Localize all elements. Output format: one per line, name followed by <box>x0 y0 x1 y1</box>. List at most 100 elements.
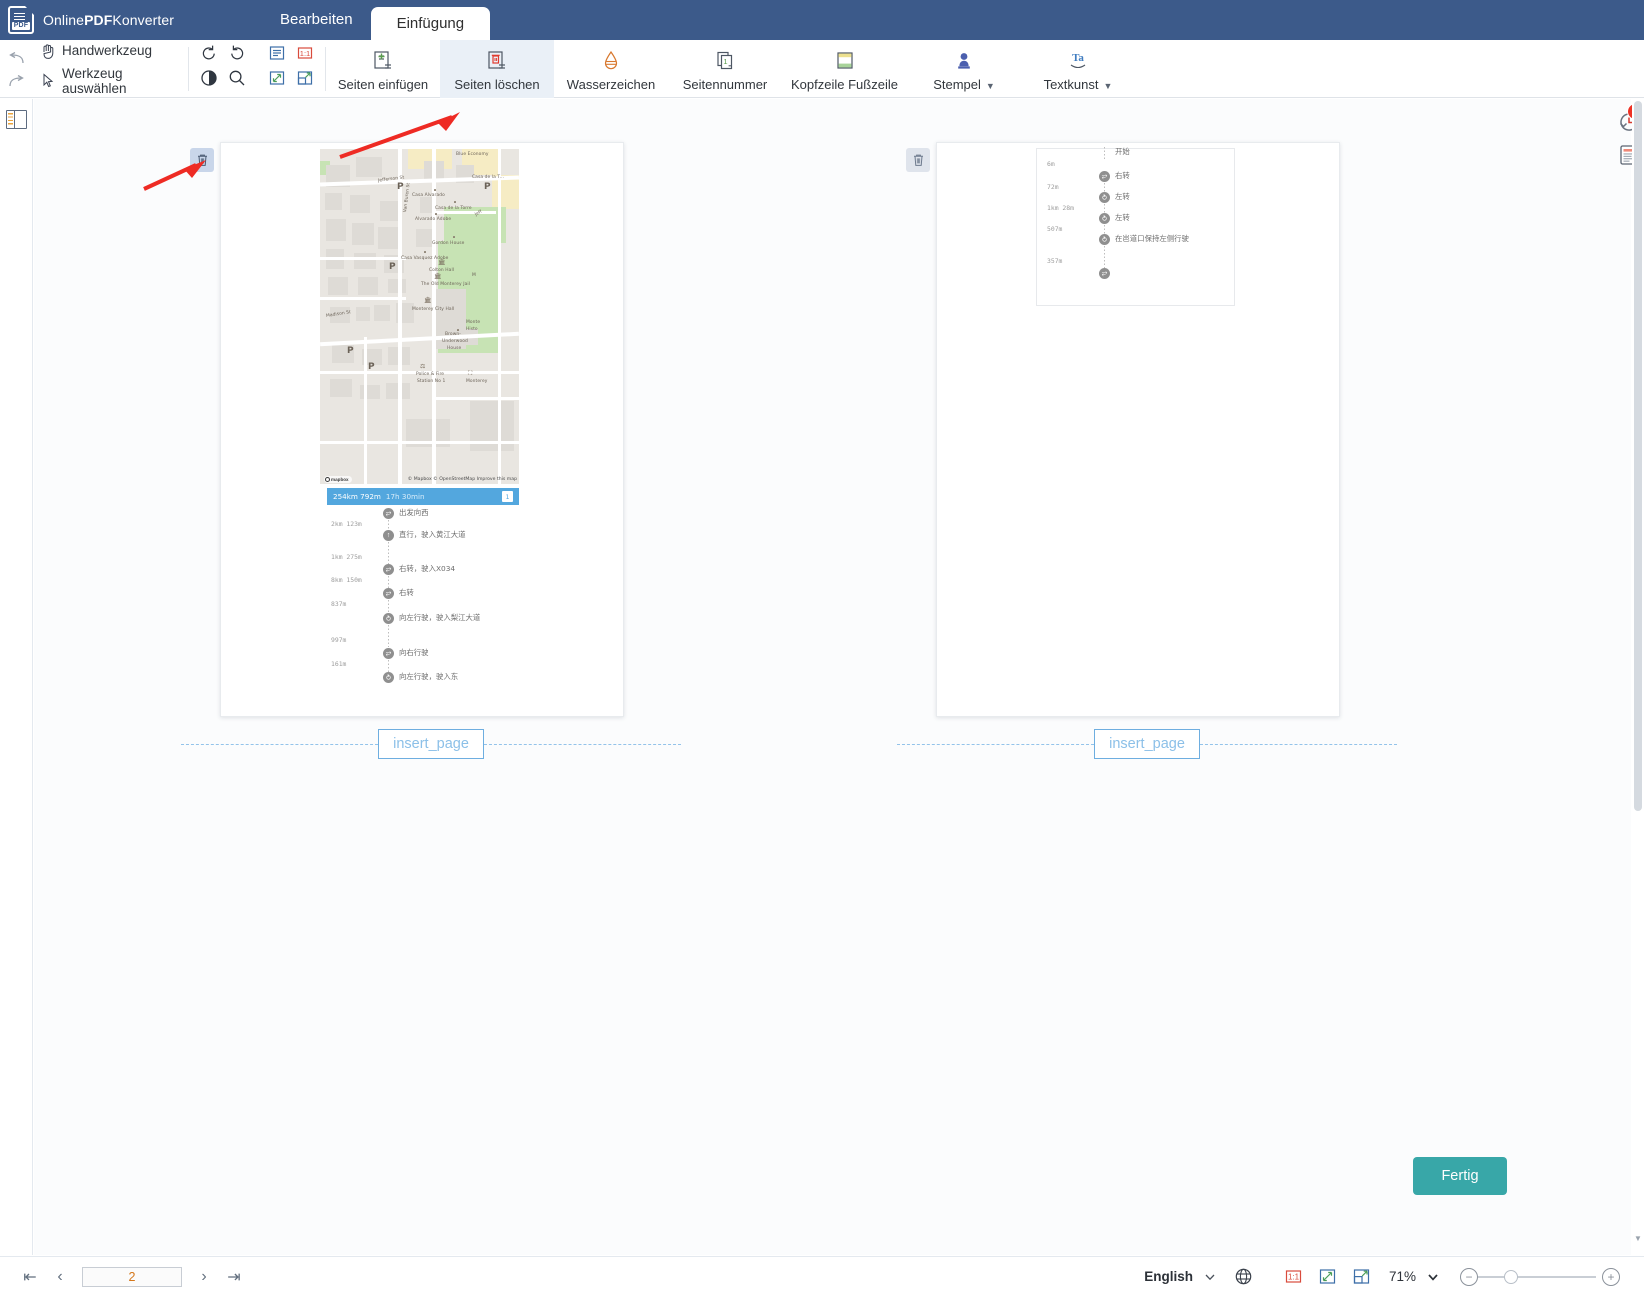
page-thumbnail-2[interactable]: 6m 开始 ⥂ 72m 右转 ⥁ 1km 28m 左转 ⥁ 507m 左转 ⥁ … <box>906 142 1340 717</box>
route-step: ⥁ 997m 向左行驶，驶入梨江大道 <box>327 612 519 647</box>
select-tool-button[interactable]: Werkzeug auswählen <box>41 66 188 96</box>
pages-workspace[interactable]: Blue Economy Casa de la T... Jefferson S… <box>34 99 1631 1255</box>
page-number-input[interactable]: 2 <box>82 1266 182 1287</box>
page-2-canvas[interactable]: 6m 开始 ⥂ 72m 右转 ⥁ 1km 28m 左转 ⥁ 507m 左转 ⥁ … <box>936 142 1340 717</box>
fit-width-icon[interactable] <box>1345 1264 1379 1290</box>
hand-tool-button[interactable]: Handwerkzeug <box>41 43 188 59</box>
page-thumbnail-1[interactable]: Blue Economy Casa de la T... Jefferson S… <box>190 142 624 717</box>
vertical-scrollbar[interactable]: ▼ <box>1632 99 1644 1255</box>
turn-right-round-icon: ⥂ <box>383 648 394 659</box>
stamp-button[interactable]: Stempel ▼ <box>907 40 1021 98</box>
tab-einfuegung[interactable]: Einfügung <box>370 7 491 40</box>
page-navigation: ⇤ ‹ 2 › ⇥ <box>22 1266 242 1287</box>
insert-pages-button[interactable]: Seiten einfügen <box>326 40 440 98</box>
fit-page-icon[interactable] <box>1311 1264 1345 1290</box>
chevron-down-icon[interactable]: ▼ <box>986 81 995 91</box>
zoom-chevron-down-icon[interactable] <box>1416 1264 1450 1290</box>
rotate-right-icon[interactable] <box>225 41 249 65</box>
language-label[interactable]: English <box>1144 1269 1193 1284</box>
first-page-button[interactable]: ⇤ <box>22 1267 38 1287</box>
turn-right-round-icon: ⥂ <box>383 564 394 575</box>
zoom-slider[interactable]: − + <box>1460 1267 1620 1286</box>
route-step: ⥂ 837m 右转 <box>327 587 519 612</box>
scrollbar-thumb[interactable] <box>1634 101 1642 811</box>
straight-icon: ↑ <box>383 530 394 541</box>
actual-size-1to1-icon[interactable]: 1:1 <box>1277 1264 1311 1290</box>
text-art-button[interactable]: Ta Textkunst ▼ <box>1021 40 1135 98</box>
route-step: ⥂ <box>1043 267 1235 288</box>
status-bar: ⇤ ‹ 2 › ⇥ English 1:1 71% − + <box>0 1256 1644 1296</box>
prev-page-button[interactable]: ‹ <box>52 1268 68 1286</box>
insert-pages-label: Seiten einfügen <box>337 77 429 92</box>
zoom-level-label[interactable]: 71% <box>1389 1269 1416 1284</box>
zoom-slider-track[interactable] <box>1478 1269 1596 1284</box>
redo-arrow-icon[interactable] <box>7 75 26 88</box>
watermark-icon <box>599 48 623 74</box>
chevron-down-icon[interactable]: ▼ <box>1104 81 1113 91</box>
page-slot-2: 6m 开始 ⥂ 72m 右转 ⥁ 1km 28m 左转 ⥁ 507m 左转 ⥁ … <box>906 142 1340 717</box>
svg-text:1:1: 1:1 <box>300 49 310 58</box>
svg-text:1:1: 1:1 <box>1288 1273 1300 1282</box>
globe-icon[interactable] <box>1227 1264 1261 1290</box>
route-step: ⥁ 507m 左转 <box>1043 212 1235 237</box>
zoom-in-button[interactable]: + <box>1602 1267 1620 1286</box>
trash-icon <box>913 154 923 166</box>
next-page-button[interactable]: › <box>196 1268 212 1286</box>
dashed-line <box>483 743 681 745</box>
route-step-distance: 997m <box>331 636 347 644</box>
route-distance: 254km 792m <box>333 492 381 501</box>
scroll-down-arrow-icon[interactable]: ▼ <box>1634 1234 1642 1243</box>
route-step-text: 左转 <box>1115 213 1130 222</box>
zoom-slider-knob[interactable] <box>1504 1269 1518 1284</box>
toggle-thumbnail-panel-icon[interactable] <box>6 110 27 129</box>
page-1-canvas[interactable]: Blue Economy Casa de la T... Jefferson S… <box>220 142 624 717</box>
header-footer-button[interactable]: Kopfzeile Fußzeile <box>782 40 907 98</box>
fit-page-icon[interactable] <box>265 41 289 65</box>
page-2-content: 6m 开始 ⥂ 72m 右转 ⥁ 1km 28m 左转 ⥁ 507m 左转 ⥁ … <box>1036 143 1235 716</box>
undo-arrow-icon[interactable] <box>7 52 26 65</box>
route-step-distance: 8km 150m <box>331 576 362 584</box>
delete-pages-label: Seiten löschen <box>454 77 540 92</box>
last-page-button[interactable]: ⇥ <box>226 1267 242 1287</box>
route-step-distance: 161m <box>331 660 347 668</box>
expand-icon[interactable] <box>265 66 289 90</box>
actual-size-1to1-icon[interactable]: 1:1 <box>293 41 317 65</box>
zoom-out-button[interactable]: − <box>1460 1267 1478 1286</box>
page-slot-1: Blue Economy Casa de la T... Jefferson S… <box>190 142 624 717</box>
page-number-icon: 1 <box>713 48 737 74</box>
dashed-line <box>897 743 1095 745</box>
page-number-button[interactable]: 1 Seitennummer <box>668 40 782 98</box>
insert-page-button-1[interactable]: insert_page <box>378 729 484 759</box>
delete-pages-button[interactable]: Seiten löschen <box>440 40 554 98</box>
route-steps-list: 6m 开始 ⥂ 72m 右转 ⥁ 1km 28m 左转 ⥁ 507m 左转 ⥁ … <box>1043 147 1235 288</box>
route-step-text: 出发向西 <box>399 508 429 517</box>
route-step-distance: 6m <box>1047 160 1055 168</box>
watermark-button[interactable]: Wasserzeichen <box>554 40 668 98</box>
contrast-icon[interactable] <box>197 66 221 90</box>
route-step-text: 向左行驶，驶入梨江大道 <box>399 613 481 622</box>
insert-page-separator-2: insert_page <box>897 729 1397 759</box>
delete-page-2-button[interactable] <box>906 148 930 172</box>
chevron-down-icon[interactable] <box>1193 1264 1227 1290</box>
tab-bearbeiten[interactable]: Bearbeiten <box>262 0 371 40</box>
text-art-icon: Ta <box>1065 48 1091 74</box>
select-tool-label: Werkzeug auswählen <box>62 65 127 96</box>
route-step-text: 在岜道口保持左侧行驶 <box>1115 234 1189 243</box>
route-page-badge: 1 <box>502 491 513 502</box>
app-title: OnlinePDFKonverter <box>43 12 174 28</box>
insert-page-button-2[interactable]: insert_page <box>1094 729 1200 759</box>
rotate-left-icon[interactable] <box>197 41 221 65</box>
hand-tool-label: Handwerkzeug <box>62 43 153 58</box>
svg-text:Ta: Ta <box>1072 52 1084 64</box>
done-button[interactable]: Fertig <box>1413 1157 1507 1195</box>
watermark-label: Wasserzeichen <box>566 77 656 92</box>
delete-page-1-button[interactable] <box>190 148 214 172</box>
search-icon[interactable] <box>225 66 249 90</box>
turn-right-round-icon: ⥂ <box>383 588 394 599</box>
fit-width-icon[interactable] <box>293 66 317 90</box>
turn-right-round-icon: ⥂ <box>1099 171 1110 182</box>
trash-icon <box>197 154 207 166</box>
delete-pages-icon <box>485 48 509 74</box>
route-step: ↑ 1km 275m 直行，驶入黄江大道 <box>327 529 519 564</box>
route-step: ⥂ 2km 123m 出发向西 <box>327 507 519 532</box>
